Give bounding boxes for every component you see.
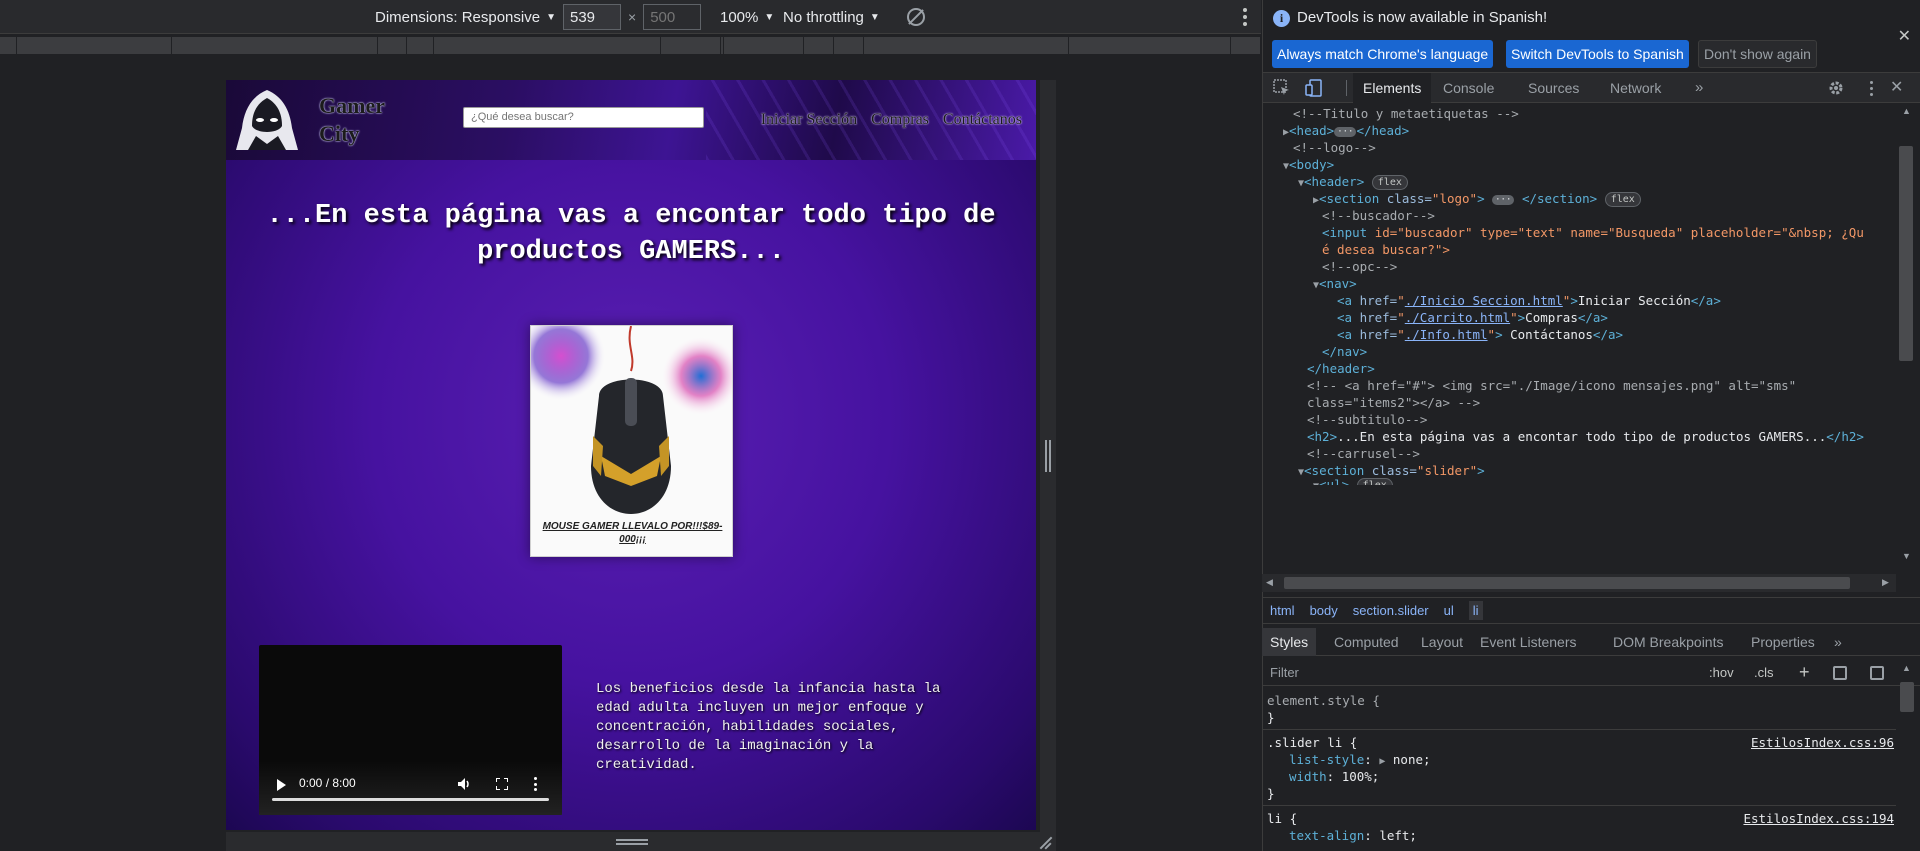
site-search-input[interactable]: ¿Qué desea buscar? [463, 107, 704, 128]
media-query-bar[interactable] [0, 37, 1261, 54]
device-emulation-area: Dimensions: Responsive ▼ × 100% ▼ No thr… [0, 0, 1261, 851]
rotate-icon [907, 8, 925, 26]
height-input[interactable] [643, 4, 702, 30]
info-icon: i [1273, 10, 1290, 27]
tab-sources[interactable]: Sources [1518, 73, 1589, 103]
rotate-button[interactable] [907, 0, 925, 34]
site-logo-text[interactable]: Gamer City [319, 92, 409, 148]
caret-down-icon: ▼ [764, 11, 775, 23]
dont-show-again-button[interactable]: Don't show again [1698, 40, 1817, 68]
more-options-icon[interactable] [1237, 0, 1253, 34]
styles-filter-row: Filter :hov .cls + [1262, 660, 1920, 686]
times-symbol: × [628, 9, 637, 25]
benefits-text: Los beneficios desde la infancia hasta l… [596, 681, 941, 773]
tab-layout[interactable]: Layout [1413, 628, 1471, 656]
rule-li[interactable]: li { [1267, 810, 1297, 827]
paint-brush-icon[interactable] [1833, 666, 1847, 680]
throttling-dropdown[interactable]: No throttling ▼ [783, 0, 880, 34]
match-language-button[interactable]: Always match Chrome's language [1272, 40, 1494, 68]
breadcrumb-ul[interactable]: ul [1444, 603, 1454, 618]
rule-close: } [1267, 786, 1275, 801]
more-tabs-icon[interactable]: » [1826, 628, 1850, 656]
throttling-label: No throttling [783, 8, 864, 26]
tab-console[interactable]: Console [1433, 73, 1504, 103]
breadcrumb-body[interactable]: body [1310, 603, 1338, 618]
rule-slider-li[interactable]: .slider li { [1267, 734, 1357, 751]
hover-state-toggle[interactable]: :hov [1709, 665, 1734, 680]
tab-network[interactable]: Network [1600, 73, 1671, 103]
breadcrumb-section-slider[interactable]: section.slider [1353, 603, 1429, 618]
fullscreen-icon[interactable] [496, 778, 508, 790]
device-toolbar: Dimensions: Responsive ▼ × 100% ▼ No thr… [0, 0, 1261, 34]
tab-styles[interactable]: Styles [1262, 628, 1317, 656]
devtools-tabbar: Elements Console Sources Network » ✕ [1263, 73, 1920, 103]
tab-event-listeners[interactable]: Event Listeners [1472, 628, 1585, 656]
width-input[interactable] [563, 4, 621, 30]
caret-down-icon: ▼ [869, 11, 880, 23]
class-toggle[interactable]: .cls [1754, 665, 1774, 680]
tab-properties[interactable]: Properties [1743, 628, 1823, 656]
styles-filter-input[interactable]: Filter [1270, 665, 1299, 680]
zoom-dropdown[interactable]: 100% ▼ [720, 0, 774, 34]
nav-link-login[interactable]: Iniciar Sección [761, 111, 857, 129]
dom-tree-scrollbar[interactable]: ▲ ▼ [1896, 104, 1920, 564]
resize-corner-icon[interactable] [1038, 834, 1054, 850]
language-infobar: i DevTools is now available in Spanish! … [1263, 0, 1920, 73]
settings-gear-icon[interactable] [1827, 79, 1845, 97]
switch-language-button[interactable]: Switch DevTools to Spanish [1506, 40, 1689, 68]
rule-source-link[interactable]: EstilosIndex.css:194 [1743, 810, 1894, 827]
breadcrumb-li[interactable]: li [1468, 601, 1483, 620]
emulated-page: Gamer City ¿Qué desea buscar? Iniciar Se… [226, 80, 1036, 830]
nav-link-contact[interactable]: Contáctanos [943, 111, 1022, 129]
rule-source-link[interactable]: EstilosIndex.css:96 [1751, 734, 1894, 751]
video-controls: 0:00 / 8:00 [259, 761, 562, 815]
nav-link-shop[interactable]: Compras [871, 111, 929, 129]
page-subtitle: ...En esta página vas a encontar todo ti… [266, 201, 996, 267]
close-devtools-icon[interactable]: ✕ [1890, 79, 1908, 97]
breadcrumb: html body section.slider ul li [1262, 597, 1920, 624]
device-toggle-icon[interactable] [1305, 79, 1323, 97]
rule-declaration[interactable]: width: 100%; [1289, 768, 1379, 785]
close-icon[interactable]: ✕ [1898, 26, 1911, 46]
caret-down-icon: ▼ [546, 11, 556, 23]
video-time: 0:00 / 8:00 [299, 776, 356, 790]
more-tabs-icon[interactable]: » [1695, 73, 1703, 103]
breadcrumb-html[interactable]: html [1270, 603, 1295, 618]
styles-scrollbar[interactable]: ▲ [1896, 660, 1920, 851]
tab-dom-breakpoints[interactable]: DOM Breakpoints [1605, 628, 1731, 656]
dimensions-label: Dimensions: Responsive [375, 8, 541, 26]
zoom-label: 100% [720, 8, 759, 26]
tab-computed[interactable]: Computed [1326, 628, 1407, 656]
tab-elements[interactable]: Elements [1353, 73, 1432, 103]
video-more-icon[interactable] [534, 777, 538, 791]
site-nav: Iniciar Sección Compras Contáctanos [761, 111, 1022, 129]
dom-tree[interactable]: <!--Titulo y metaetiquetas --> ▶<head> ··… [1263, 104, 1903, 564]
volume-icon[interactable] [457, 777, 471, 791]
hooded-gamer-logo-icon [236, 90, 298, 150]
dimensions-dropdown[interactable]: Dimensions: Responsive ▼ [375, 0, 556, 34]
resize-handle-bottom[interactable] [226, 832, 1056, 851]
video-progress-track[interactable] [272, 798, 549, 801]
play-icon[interactable] [277, 779, 286, 791]
video-player[interactable]: 0:00 / 8:00 [259, 645, 562, 815]
customize-menu-icon[interactable] [1862, 79, 1880, 97]
inspect-element-icon[interactable] [1273, 79, 1291, 97]
rule-element-style[interactable]: element.style { [1267, 692, 1380, 709]
resize-handle-right[interactable] [1040, 80, 1056, 832]
site-header: Gamer City ¿Qué desea buscar? Iniciar Se… [226, 80, 1036, 160]
dom-tree-hscrollbar[interactable]: ◀ ▶ [1262, 574, 1896, 592]
sidebar-toggle-icon[interactable] [1870, 666, 1884, 680]
rule-declaration[interactable]: text-align: left; [1289, 827, 1417, 844]
dom-node[interactable]: <a href="./Info.html"> Contáctanos</a> [1337, 325, 1623, 346]
product-slide[interactable]: MOUSE GAMER LLEVALO POR!!!$89-000¡¡¡ [530, 325, 733, 557]
style-rules: element.style { } .slider li { EstilosIn… [1262, 688, 1896, 851]
infobar-message: DevTools is now available in Spanish! [1297, 9, 1548, 26]
styles-tabbar: Styles Computed Layout Event Listeners D… [1262, 628, 1920, 656]
new-rule-plus-icon[interactable]: + [1799, 662, 1810, 683]
product-caption: MOUSE GAMER LLEVALO POR!!!$89-000¡¡¡ [542, 521, 723, 545]
rule-close: } [1267, 710, 1275, 725]
dom-node[interactable]: ▼<ul> flex [1313, 475, 1393, 485]
